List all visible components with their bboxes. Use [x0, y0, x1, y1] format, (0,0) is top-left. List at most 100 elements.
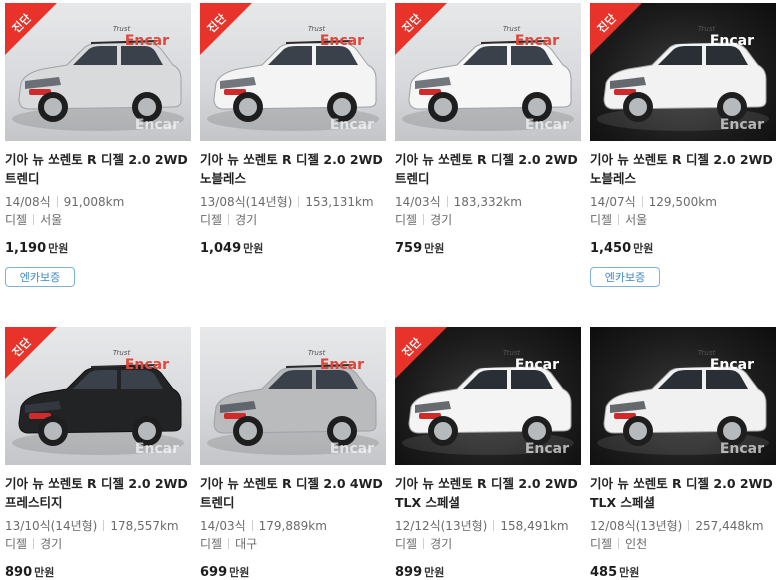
divider	[251, 520, 253, 531]
listing-price: 1,450 만원	[590, 240, 776, 256]
watermark-text: Encar	[134, 117, 179, 133]
divider	[446, 196, 448, 207]
listing-fuel: 디젤	[395, 537, 418, 551]
listing-meta-row-1: 13/10식(14년형) 178,557km	[5, 517, 191, 535]
listing-thumbnail[interactable]: 진단 Trust Encar Encar	[590, 3, 776, 141]
listing-title[interactable]: 기아 뉴 쏘렌토 R 디젤 2.0 2WD 노블레스	[200, 150, 386, 188]
listing-year: 14/03식	[395, 195, 441, 209]
listing-card[interactable]: Trust Encar Encar 기아 뉴 쏘렌토 R 디젤 2.0 4WD …	[200, 327, 386, 580]
listing-fuel: 디젤	[5, 537, 28, 551]
listing-price: 759 만원	[395, 240, 581, 256]
watermark-text: Encar	[719, 117, 764, 133]
encar-watermark-bottom: Encar	[330, 117, 374, 133]
listing-region: 경기	[235, 213, 258, 227]
listing-title[interactable]: 기아 뉴 쏘렌토 R 디젤 2.0 2WD TLX 스페셜	[590, 474, 776, 512]
watermark-text: Encar	[124, 357, 169, 373]
listing-meta-row-2: 디젤 인천	[590, 535, 776, 553]
listing-price-value: 1,190	[5, 241, 47, 256]
watermark-text: Encar	[134, 441, 179, 457]
encar-warranty-tag[interactable]: 엔카보증	[5, 267, 75, 287]
listing-region: 대구	[235, 537, 258, 551]
listing-price-value: 699	[200, 565, 228, 580]
listing-title[interactable]: 기아 뉴 쏘렌토 R 디젤 2.0 2WD 노블레스	[590, 150, 776, 188]
price-unit: 만원	[229, 566, 250, 579]
listing-thumbnail[interactable]: 진단 Trust Encar Encar	[200, 3, 386, 141]
listing-meta-row-2: 디젤 경기	[5, 535, 191, 553]
listing-thumbnail[interactable]: 진단 Trust Encar Encar	[5, 327, 191, 465]
divider	[423, 214, 425, 225]
divider	[688, 520, 690, 531]
listing-mileage: 183,332km	[453, 195, 522, 209]
price-unit: 만원	[619, 566, 640, 579]
listing-meta-row-2: 디젤 서울	[5, 211, 191, 229]
encar-watermark-bottom: Encar	[720, 441, 764, 457]
price-unit: 만원	[34, 566, 55, 579]
listing-year: 14/03식	[200, 519, 246, 533]
divider	[618, 214, 620, 225]
listing-title[interactable]: 기아 뉴 쏘렌토 R 디젤 2.0 2WD TLX 스페셜	[395, 474, 581, 512]
listing-region: 인천	[625, 537, 648, 551]
listing-card[interactable]: 진단 Trust Encar Encar 기아 뉴 쏘렌토 R 디젤 2.0 2…	[5, 3, 191, 287]
watermark-trust-text: Trust	[112, 349, 131, 357]
listing-region: 서울	[40, 213, 63, 227]
listing-meta-row-2: 디젤 대구	[200, 535, 386, 553]
listing-mileage: 257,448km	[695, 519, 764, 533]
diagnosis-badge: 진단	[5, 3, 61, 59]
listing-title[interactable]: 기아 뉴 쏘렌토 R 디젤 2.0 2WD 프레스티지	[5, 474, 191, 512]
divider	[103, 520, 105, 531]
watermark-text: Encar	[719, 441, 764, 457]
listing-fuel: 디젤	[200, 213, 223, 227]
encar-watermark-top: Trust Encar	[308, 25, 364, 49]
listing-card[interactable]: 진단 Trust Encar Encar 기아 뉴 쏘렌토 R 디젤 2.0 2…	[395, 327, 581, 580]
listing-meta-row-2: 디젤 경기	[200, 211, 386, 229]
listing-title[interactable]: 기아 뉴 쏘렌토 R 디젤 2.0 4WD 트렌디	[200, 474, 386, 512]
listing-price: 890 만원	[5, 564, 191, 580]
watermark-text: Encar	[514, 357, 559, 373]
watermark-text: Encar	[524, 117, 569, 133]
listing-card[interactable]: 진단 Trust Encar Encar 기아 뉴 쏘렌토 R 디젤 2.0 2…	[395, 3, 581, 256]
diagnosis-badge: 진단	[5, 327, 61, 383]
listing-card[interactable]: 진단 Trust Encar Encar 기아 뉴 쏘렌토 R 디젤 2.0 2…	[200, 3, 386, 256]
listing-mileage: 158,491km	[500, 519, 569, 533]
divider	[618, 538, 620, 549]
listing-meta-row-2: 디젤 서울	[590, 211, 776, 229]
diagnosis-badge: 진단	[395, 3, 451, 59]
listing-year: 14/07식	[590, 195, 636, 209]
listing-thumbnail[interactable]: Trust Encar Encar	[200, 327, 386, 465]
listing-mileage: 129,500km	[648, 195, 717, 209]
listing-meta-row-1: 14/03식 179,889km	[200, 517, 386, 535]
encar-watermark-bottom: Encar	[525, 441, 569, 457]
listing-year: 13/08식(14년형)	[200, 195, 293, 209]
listing-title[interactable]: 기아 뉴 쏘렌토 R 디젤 2.0 2WD 트렌디	[5, 150, 191, 188]
listing-price: 899 만원	[395, 564, 581, 580]
listing-thumbnail[interactable]: 진단 Trust Encar Encar	[5, 3, 191, 141]
encar-watermark-bottom: Encar	[720, 117, 764, 133]
listing-region: 경기	[430, 537, 453, 551]
price-unit: 만원	[424, 566, 445, 579]
listing-meta-row-1: 14/08식 91,008km	[5, 193, 191, 211]
encar-watermark-bottom: Encar	[330, 441, 374, 457]
listing-fuel: 디젤	[590, 213, 613, 227]
price-unit: 만원	[424, 242, 445, 255]
listing-meta-row-1: 12/12식(13년형) 158,491km	[395, 517, 581, 535]
divider	[56, 196, 58, 207]
listing-thumbnail[interactable]: Trust Encar Encar	[590, 327, 776, 465]
listing-region: 서울	[625, 213, 648, 227]
listing-thumbnail[interactable]: 진단 Trust Encar Encar	[395, 327, 581, 465]
listing-grid: 진단 Trust Encar Encar 기아 뉴 쏘렌토 R 디젤 2.0 2…	[0, 0, 778, 580]
listing-card[interactable]: 진단 Trust Encar Encar 기아 뉴 쏘렌토 R 디젤 2.0 2…	[5, 327, 191, 580]
listing-mileage: 153,131km	[305, 195, 374, 209]
listing-title[interactable]: 기아 뉴 쏘렌토 R 디젤 2.0 2WD 트렌디	[395, 150, 581, 188]
listing-fuel: 디젤	[200, 537, 223, 551]
listing-thumbnail[interactable]: 진단 Trust Encar Encar	[395, 3, 581, 141]
listing-card[interactable]: Trust Encar Encar 기아 뉴 쏘렌토 R 디젤 2.0 2WD …	[590, 327, 776, 580]
encar-watermark-bottom: Encar	[135, 441, 179, 457]
encar-watermark-top: Trust Encar	[698, 349, 754, 373]
divider	[298, 196, 300, 207]
encar-warranty-tag[interactable]: 엔카보증	[590, 267, 660, 287]
watermark-text: Encar	[319, 357, 364, 373]
watermark-text: Encar	[319, 33, 364, 49]
listing-price-value: 759	[395, 241, 423, 256]
listing-price-value: 890	[5, 565, 33, 580]
listing-card[interactable]: 진단 Trust Encar Encar 기아 뉴 쏘렌토 R 디젤 2.0 2…	[590, 3, 776, 287]
